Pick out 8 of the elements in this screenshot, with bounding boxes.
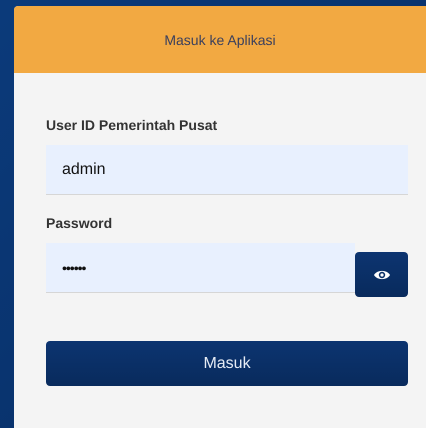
show-password-button[interactable] (355, 252, 408, 297)
user-id-field[interactable]: admin (46, 145, 408, 195)
login-button[interactable]: Masuk (46, 341, 408, 386)
password-field[interactable]: •••••• (46, 243, 355, 293)
card-title: Masuk ke Aplikasi (164, 32, 276, 48)
field-label: Password (46, 215, 112, 231)
eye-icon (372, 268, 390, 280)
field-label: User ID Pemerintah Pusat (46, 117, 218, 133)
